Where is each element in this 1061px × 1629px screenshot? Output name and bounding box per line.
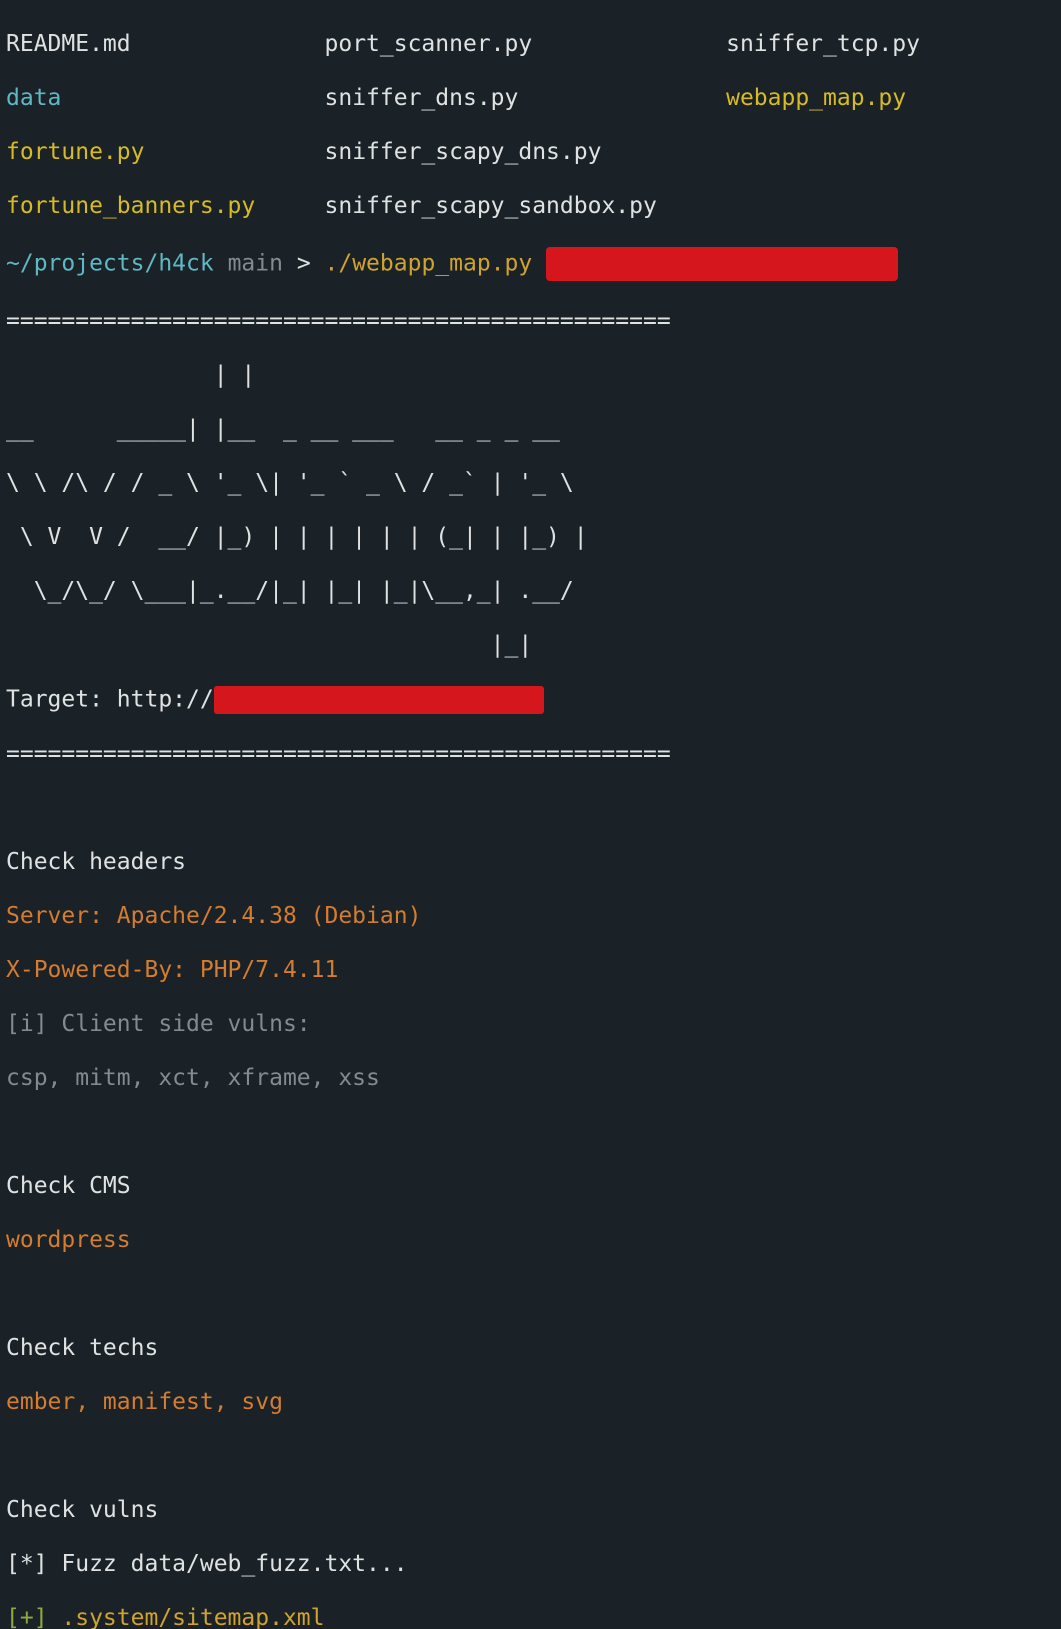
blank-4 (6, 1443, 1055, 1470)
banner-divider-top: ========================================… (6, 308, 1055, 335)
fuzz-1-prefix: [*] (6, 1551, 61, 1577)
prompt-sep: > (297, 251, 325, 277)
ascii-art-1: | | (6, 362, 1055, 389)
cms-value: wordpress (6, 1227, 1055, 1254)
file-fortune: fortune.py (6, 139, 144, 165)
file-webapp-map: webapp_map.py (726, 85, 906, 111)
dir-data: data (6, 85, 61, 111)
check-cms-title: Check CMS (6, 1173, 1055, 1200)
redacted-target-url (214, 686, 544, 714)
file-sniffer-tcp: sniffer_tcp.py (726, 31, 920, 57)
redacted-argument (546, 247, 898, 281)
ascii-art-4: \ V V / __/ |_) | | | | | | (_| | |_) | (6, 524, 1055, 551)
file-fortune-banners: fortune_banners.py (6, 193, 255, 219)
prompt-command: ./webapp_map.py (325, 251, 547, 277)
ls-row-3: fortune.py sniffer_scapy_dns.py (6, 139, 1055, 166)
target-label: Target: http:// (6, 687, 214, 713)
banner-divider-bottom: ========================================… (6, 741, 1055, 768)
terminal[interactable]: README.md port_scanner.py sniffer_tcp.py… (0, 0, 1061, 1629)
techs-value: ember, manifest, svg (6, 1389, 1055, 1416)
header-server: Server: Apache/2.4.38 (Debian) (6, 903, 1055, 930)
check-techs-title: Check techs (6, 1335, 1055, 1362)
client-vulns-info: [i] Client side vulns: (6, 1011, 1055, 1038)
client-vulns-list: csp, mitm, xct, xframe, xss (6, 1065, 1055, 1092)
check-headers-title: Check headers (6, 849, 1055, 876)
result-1: [+] .system/sitemap.xml (6, 1605, 1055, 1629)
ls-row-2: data sniffer_dns.py webapp_map.py (6, 85, 1055, 112)
ascii-art-2: __ _____| |__ _ __ ___ __ _ _ __ (6, 416, 1055, 443)
prompt-branch: main (214, 251, 297, 277)
check-vulns-title: Check vulns (6, 1497, 1055, 1524)
ascii-art-6: |_| (6, 632, 1055, 659)
blank-3 (6, 1281, 1055, 1308)
file-readme: README.md (6, 31, 131, 57)
target-line: Target: http:// (6, 686, 1055, 714)
ls-row-1: README.md port_scanner.py sniffer_tcp.py (6, 31, 1055, 58)
file-sniffer-dns: sniffer_dns.py (325, 85, 519, 111)
ascii-art-5: \_/\_/ \___|_.__/|_| |_| |_|\__,_| .__/ (6, 578, 1055, 605)
blank-2 (6, 1119, 1055, 1146)
file-port-scanner: port_scanner.py (325, 31, 533, 57)
result-text: .system/sitemap.xml (61, 1605, 324, 1629)
file-sniffer-scapy-dns: sniffer_scapy_dns.py (325, 139, 602, 165)
ls-row-4: fortune_banners.py sniffer_scapy_sandbox… (6, 193, 1055, 220)
fuzz-1-text: Fuzz data/web_fuzz.txt... (61, 1551, 407, 1577)
plus-icon: [+] (6, 1605, 61, 1629)
header-xpoweredby: X-Powered-By: PHP/7.4.11 (6, 957, 1055, 984)
fuzz-1: [*] Fuzz data/web_fuzz.txt... (6, 1551, 1055, 1578)
ascii-art-3: \ \ /\ / / _ \ '_ \| '_ ` _ \ / _` | '_ … (6, 470, 1055, 497)
prompt-line-1[interactable]: ~/projects/h4ck main > ./webapp_map.py (6, 247, 1055, 281)
prompt-path: ~/projects/h4ck (6, 251, 214, 277)
file-sniffer-scapy-sandbox: sniffer_scapy_sandbox.py (325, 193, 657, 219)
blank-1 (6, 795, 1055, 822)
